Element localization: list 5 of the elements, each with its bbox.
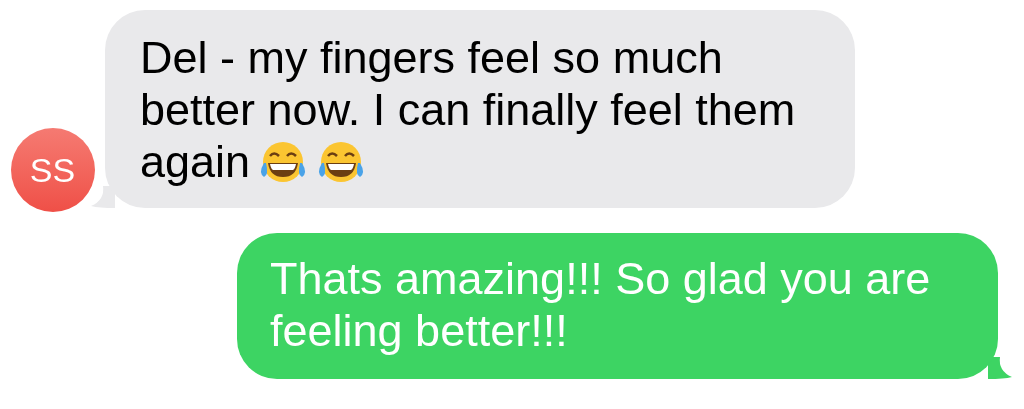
contact-avatar: SS <box>10 128 95 212</box>
bubble-tail <box>91 186 115 208</box>
bubble-tail <box>988 357 1012 379</box>
received-message-bubble: Del - my fingers feel so much better now. I can finally feel them again <box>105 10 855 208</box>
sent-message-bubble: Thats amazing!!! So glad you are feeling better!!! <box>237 233 998 379</box>
